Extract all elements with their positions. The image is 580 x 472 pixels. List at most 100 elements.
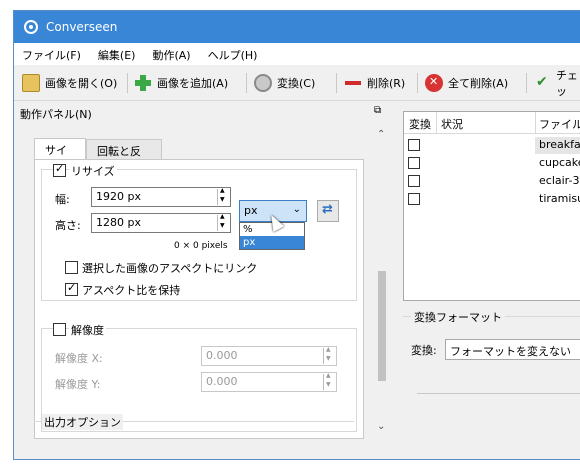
height-value: 1280 px: [96, 216, 141, 229]
file-list-header: 変換 状況 ファイル名: [404, 112, 580, 134]
toolbar-separator: [526, 73, 527, 93]
delete-all-button[interactable]: 全て削除(A): [425, 71, 508, 95]
format-combobox[interactable]: フォーマットを変えない: [445, 339, 580, 360]
size-tab-body: リサイズ 幅: 1920 px 高さ: 1280 px px ⌄ % px 0 …: [34, 159, 364, 439]
resize-checkbox[interactable]: [53, 162, 66, 177]
header-status[interactable]: 状況: [441, 116, 463, 132]
table-row[interactable]: breakfas: [404, 137, 580, 154]
column-separator: [436, 112, 437, 134]
table-row[interactable]: cupcake: [404, 155, 580, 172]
file-name: cupcake: [539, 156, 580, 169]
menu-edit[interactable]: 編集(E): [90, 43, 145, 63]
file-name: breakfas: [539, 138, 580, 151]
header-convert[interactable]: 変換: [409, 116, 431, 132]
dimension-text: 0 × 0 pixels: [174, 241, 228, 251]
open-images-label: 画像を開く(O): [45, 77, 118, 90]
file-list-table: 変換 状況 ファイル名 breakfas cupcake eclair-33: [403, 111, 580, 301]
toolbar-separator: [336, 73, 337, 93]
header-filename[interactable]: ファイル名: [539, 116, 580, 132]
format-divider: [417, 393, 580, 394]
width-spinbox[interactable]: 1920 px: [91, 187, 231, 207]
toolbar-separator: [417, 73, 418, 93]
scrollbar-thumb[interactable]: [378, 271, 386, 381]
table-row[interactable]: tiramisu: [404, 191, 580, 208]
link-aspect-checkbox[interactable]: [65, 261, 78, 274]
delete-button[interactable]: 削除(R): [344, 71, 405, 95]
convert-label: 変換:: [411, 344, 437, 357]
menu-help[interactable]: ヘルプ(H): [200, 43, 267, 63]
toolbar-separator: [127, 73, 128, 93]
row-checkbox[interactable]: [408, 193, 420, 205]
resolution-x-label: 解像度 X:: [55, 352, 103, 365]
unit-selected: px: [244, 204, 258, 217]
keep-aspect-checkbox[interactable]: [65, 281, 78, 296]
right-pane: 変換 状況 ファイル名 breakfas cupcake eclair-33: [403, 111, 580, 459]
add-images-label: 画像を追加(A): [157, 77, 229, 90]
panel-scrollbar[interactable]: ⌃ ⌄: [374, 129, 390, 439]
file-name: eclair-33: [539, 174, 580, 187]
spin-arrows-icon[interactable]: [217, 187, 229, 205]
spin-arrows-icon[interactable]: [323, 372, 335, 390]
height-spinbox[interactable]: 1280 px: [91, 213, 231, 233]
spin-arrows-icon[interactable]: [323, 346, 335, 364]
resolution-label: 解像度: [69, 322, 106, 338]
title-bar: Converseen: [14, 11, 580, 43]
table-row[interactable]: eclair-33: [404, 173, 580, 190]
width-value: 1920 px: [96, 190, 141, 203]
gear-icon: [254, 74, 272, 92]
action-panel: サイズ 回転と反転 リサイズ 幅: 1920 px 高さ: 1280 px px…: [22, 124, 367, 459]
file-name: tiramisu: [539, 192, 580, 205]
toolbar-separator: [246, 73, 247, 93]
convert-label: 変換(C): [277, 77, 316, 90]
resolution-x-value: 0.000: [206, 349, 238, 362]
action-panel-title: 動作パネル(N): [20, 108, 92, 121]
check-button[interactable]: チェッ: [534, 69, 580, 98]
delete-label: 削除(R): [367, 77, 406, 90]
add-images-button[interactable]: 画像を追加(A): [134, 71, 228, 95]
menu-bar: ファイル(F) 編集(E) 動作(A) ヘルプ(H): [14, 43, 580, 65]
restore-icon[interactable]: ⧉: [374, 106, 386, 118]
resize-label: リサイズ: [69, 163, 117, 179]
output-options-label: 出力オプション: [42, 414, 123, 430]
minus-icon: [344, 74, 362, 92]
resolution-checkbox[interactable]: [53, 323, 66, 336]
spin-arrows-icon[interactable]: [217, 213, 229, 231]
column-separator: [535, 112, 536, 134]
menu-action[interactable]: 動作(A): [144, 43, 199, 63]
row-checkbox[interactable]: [408, 139, 420, 151]
tab-rotate-flip[interactable]: 回転と反転: [86, 139, 162, 174]
format-selected: フォーマットを変えない: [450, 345, 571, 358]
resolution-x-spinbox[interactable]: 0.000: [201, 346, 337, 366]
check-label: チェッ: [555, 69, 578, 98]
row-checkbox[interactable]: [408, 157, 420, 169]
action-panel-header: 動作パネル(N) ⧉: [14, 104, 389, 122]
converseen-logo-icon: [24, 20, 38, 34]
resolution-y-value: 0.000: [206, 375, 238, 388]
toolbar: 画像を開く(O) 画像を追加(A) 変換(C) 削除(R) 全て削除(A) チェ…: [14, 65, 580, 101]
window-title: Converseen: [46, 20, 118, 34]
scroll-down-icon[interactable]: ⌄: [377, 421, 385, 432]
convert-button[interactable]: 変換(C): [254, 71, 315, 95]
chevron-down-icon: ⌄: [292, 204, 301, 215]
app-window: Converseen ファイル(F) 編集(E) 動作(A) ヘルプ(H) 画像を開く…: [13, 10, 580, 460]
height-label: 高さ:: [55, 219, 81, 232]
link-aspect-label: 選択した画像のアスペクトにリンク: [82, 262, 258, 275]
tab-size[interactable]: サイズ: [34, 138, 86, 173]
open-images-button[interactable]: 画像を開く(O): [22, 71, 117, 95]
menu-file[interactable]: ファイル(F): [14, 43, 90, 63]
unit-option-px[interactable]: px: [240, 236, 304, 249]
add-plus-icon: [134, 74, 152, 92]
delete-all-label: 全て削除(A): [448, 77, 509, 90]
resolution-y-spinbox[interactable]: 0.000: [201, 372, 337, 392]
resolution-y-label: 解像度 Y:: [55, 378, 101, 391]
convert-format-label: 変換フォーマット: [411, 309, 505, 325]
keep-aspect-label: アスペクト比を保持: [82, 284, 181, 297]
checkmark-icon: [534, 74, 551, 92]
swap-dimensions-button[interactable]: [317, 200, 339, 222]
delete-all-icon: [425, 74, 443, 92]
scroll-up-icon[interactable]: ⌃: [377, 129, 385, 140]
row-checkbox[interactable]: [408, 175, 420, 187]
convert-format-group: 変換フォーマット 変換: フォーマットを変えない: [403, 309, 580, 426]
open-folder-icon: [22, 74, 40, 92]
width-label: 幅:: [55, 193, 70, 206]
